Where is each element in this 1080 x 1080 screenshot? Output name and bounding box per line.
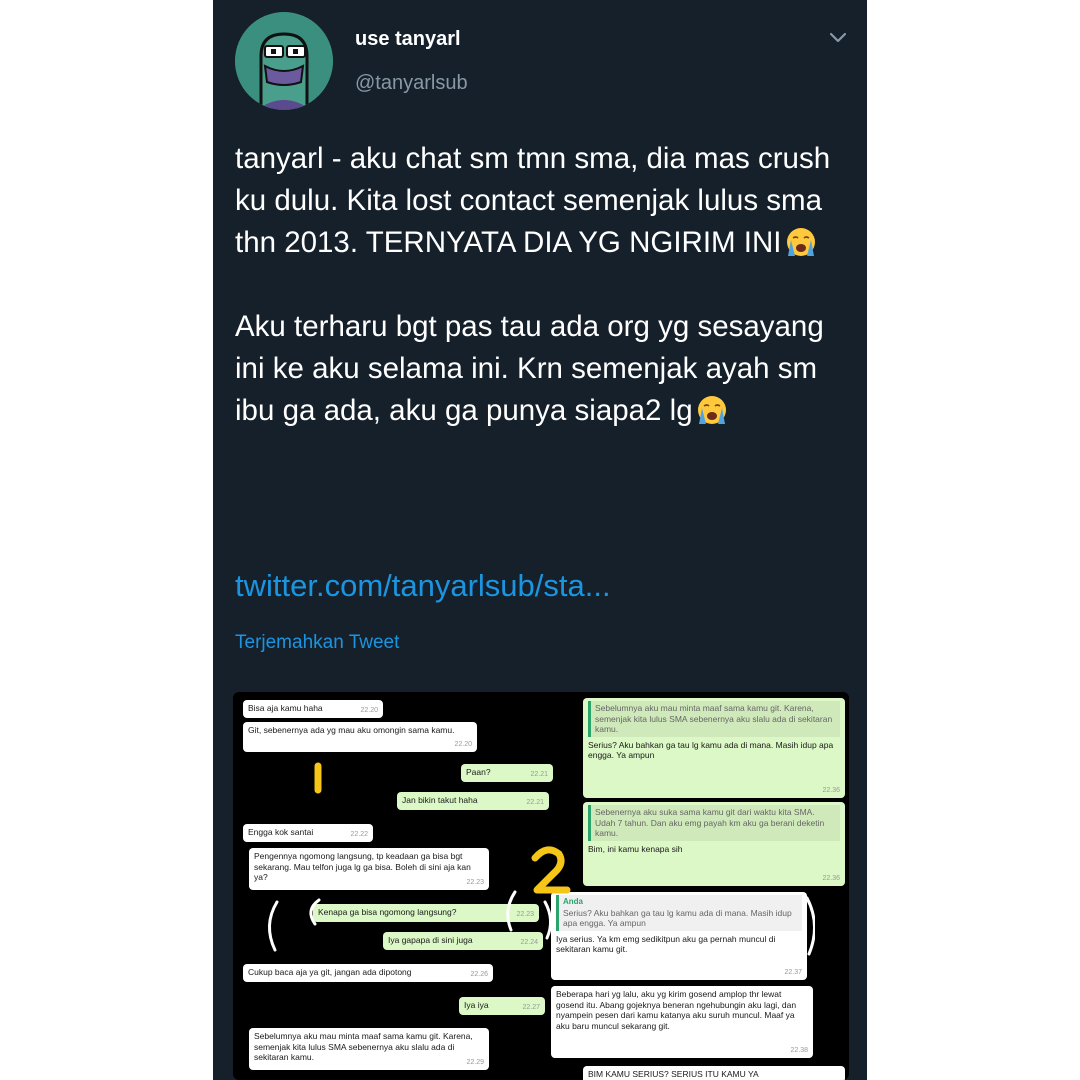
tweet-text: tanyarl - aku chat sm tmn sma, dia mas c… — [235, 138, 835, 432]
chat-bubble-incoming: Sebelumnya aku mau minta maaf sama kamu … — [249, 1028, 489, 1070]
chevron-down-icon[interactable] — [825, 24, 851, 50]
tweet-link[interactable]: twitter.com/tanyarlsub/sta... — [235, 568, 611, 604]
annotation-label-2: 2 — [525, 842, 534, 846]
chat-bubble-incoming: BIM KAMU SERIUS? SERIUS ITU KAMU YA — [583, 1066, 845, 1080]
annotation-marker-1: 1 — [314, 762, 322, 794]
chat-bubble-incoming: Engga kok santai 22.22 — [243, 824, 373, 842]
chat-bubble-outgoing: Jan bikin takut haha 22.21 — [397, 792, 549, 810]
crying-face-emoji-icon — [786, 228, 815, 256]
chat-bubble-outgoing: Sebenernya aku suka sama kamu git dari w… — [583, 802, 845, 886]
chat-bubble-incoming: Git, sebenernya ada yg mau aku omongin s… — [243, 722, 477, 752]
avatar-image — [235, 12, 333, 110]
chat-bubble-incoming: Beberapa hari yg lalu, aku yg kirim gose… — [551, 986, 813, 1058]
chat-bubble-incoming: Pengennya ngomong langsung, tp keadaan g… — [249, 848, 489, 890]
chat-bubble-incoming: Cukup baca aja ya git, jangan ada dipoto… — [243, 964, 493, 982]
quoted-message: Sebenernya aku suka sama kamu git dari w… — [588, 805, 840, 841]
quoted-message: Sebelumnya aku mau minta maaf sama kamu … — [588, 701, 840, 737]
chat-bubble-outgoing: Sebelumnya aku mau minta maaf sama kamu … — [583, 698, 845, 798]
display-name[interactable]: use tanyarl — [355, 28, 461, 51]
chat-bubble-incoming: Bisa aja kamu haha 22.20 — [243, 700, 383, 718]
username-handle[interactable]: @tanyarlsub — [355, 72, 468, 95]
chat-bubble-outgoing: Paan? 22.21 — [461, 764, 553, 782]
tweet-card: use tanyarl @tanyarlsub tanyarl - aku ch… — [213, 0, 867, 1080]
crying-face-emoji-icon — [697, 396, 726, 424]
translate-tweet-link[interactable]: Terjemahkan Tweet — [235, 632, 399, 654]
chat-bubble-outgoing: Iya iya 22.27 — [459, 997, 545, 1015]
annotation-brackets — [268, 890, 815, 956]
tweet-paragraph-2: Aku terharu bgt pas tau ada org yg sesay… — [235, 310, 824, 427]
avatar[interactable] — [235, 12, 333, 110]
chat-screenshot-image[interactable]: Bisa aja kamu haha 22.20 Git, sebenernya … — [233, 692, 849, 1080]
tweet-paragraph-1: tanyarl - aku chat sm tmn sma, dia mas c… — [235, 142, 831, 259]
